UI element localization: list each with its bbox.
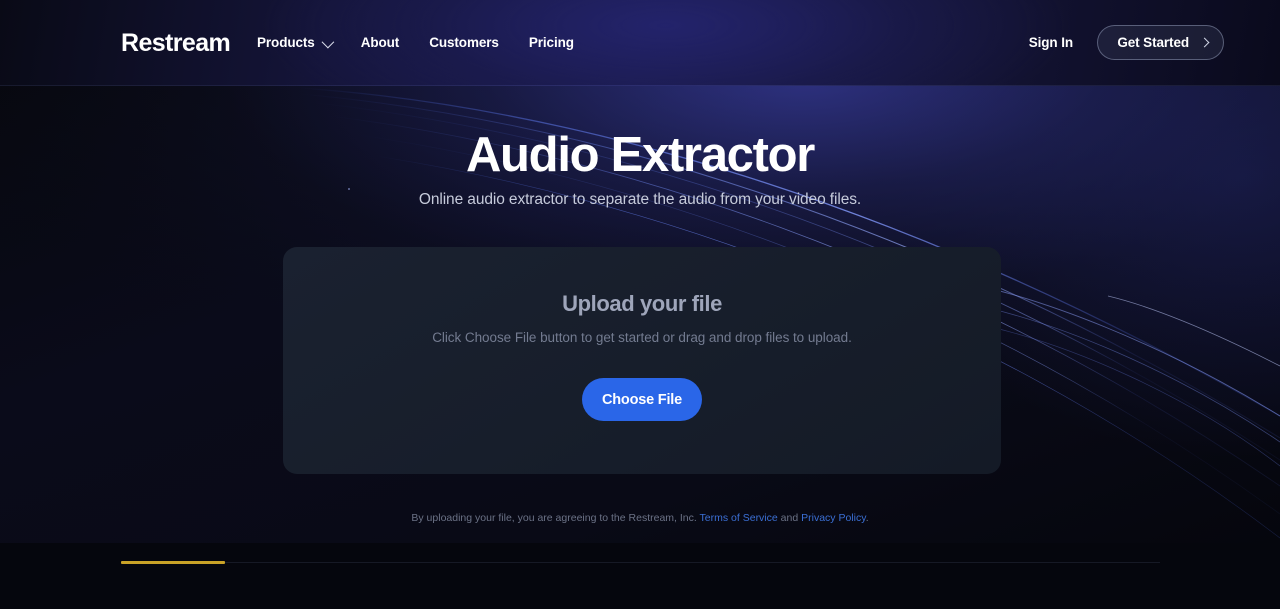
footer-active-indicator: [121, 561, 225, 564]
get-started-button[interactable]: Get Started: [1097, 25, 1224, 60]
page-root: Restream Products About Customers Pricin…: [0, 0, 1280, 609]
footer-divider: [121, 562, 1160, 563]
sign-in-link[interactable]: Sign In: [1029, 35, 1073, 50]
get-started-label: Get Started: [1117, 35, 1189, 50]
legal-prefix: By uploading your file, you are agreeing…: [411, 512, 697, 524]
nav-item-customers[interactable]: Customers: [429, 34, 499, 52]
legal-conjunction: and: [780, 512, 799, 524]
nav-item-label: Customers: [429, 35, 499, 50]
terms-of-service-link[interactable]: Terms of Service: [700, 512, 778, 524]
chevron-down-icon: [321, 35, 334, 48]
upload-description: Click Choose File button to get started …: [432, 330, 852, 345]
page-subtitle: Online audio extractor to separate the a…: [418, 191, 862, 208]
nav-item-products[interactable]: Products: [257, 34, 334, 52]
restream-logo[interactable]: Restream: [121, 29, 231, 57]
nav-item-label: Pricing: [528, 35, 574, 50]
upload-dropzone[interactable]: Upload your file Click Choose File butto…: [283, 247, 1001, 474]
legal-suffix: .: [865, 512, 869, 524]
nav-item-pricing[interactable]: Pricing: [529, 34, 574, 52]
upload-title: Upload your file: [562, 291, 722, 316]
site-header: Restream Products About Customers Pricin…: [0, 0, 1280, 86]
nav-item-label: About: [360, 35, 400, 50]
page-title: Audio Extractor: [465, 128, 815, 182]
legal-disclaimer: By uploading your file, you are agreeing…: [0, 511, 1280, 525]
privacy-policy-link[interactable]: Privacy Policy: [801, 512, 866, 524]
header-inner: Restream Products About Customers Pricin…: [0, 0, 1280, 85]
nav-item-about[interactable]: About: [360, 34, 400, 52]
nav-item-label: Products: [257, 35, 315, 50]
chevron-right-icon: [1199, 37, 1210, 48]
choose-file-button[interactable]: Choose File: [582, 378, 702, 421]
main-navigation: Products About Customers Pricing: [257, 34, 574, 52]
